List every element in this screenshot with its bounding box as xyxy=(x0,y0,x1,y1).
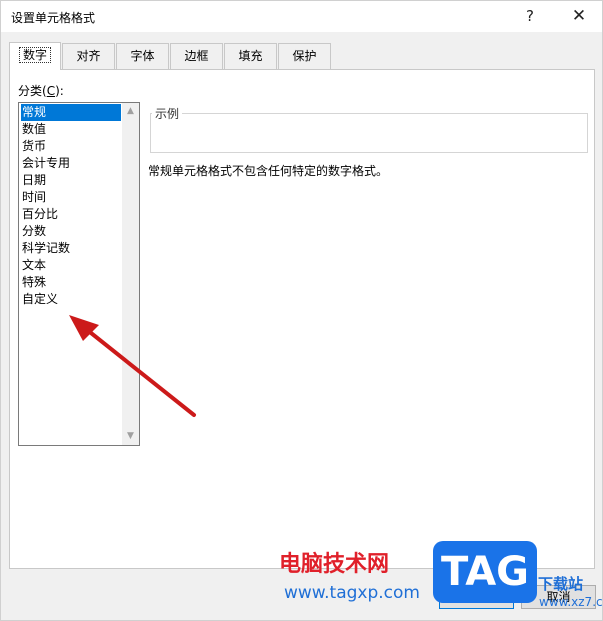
scroll-up-icon[interactable]: ▲ xyxy=(122,103,139,120)
watermark-text: 电脑技术网 xyxy=(279,552,390,577)
list-item-general[interactable]: 常规 xyxy=(21,104,121,121)
list-item-date[interactable]: 日期 xyxy=(21,172,121,189)
format-cells-dialog: 设置单元格格式 ? ✕ 数字 对齐 字体 边框 填充 保护 分类(C): 常规 … xyxy=(0,0,603,621)
watermark-site-url: www.xz7.com xyxy=(539,595,603,609)
list-item-accounting[interactable]: 会计专用 xyxy=(21,155,121,172)
title-bar: 设置单元格格式 ? ✕ xyxy=(1,1,602,32)
tab-border[interactable]: 边框 xyxy=(170,43,223,69)
list-item-time[interactable]: 时间 xyxy=(21,189,121,206)
category-label: 分类(C): xyxy=(18,84,64,98)
tab-fill[interactable]: 填充 xyxy=(224,43,277,69)
tab-number[interactable]: 数字 xyxy=(9,42,61,70)
format-description: 常规单元格格式不包含任何特定的数字格式。 xyxy=(148,164,389,178)
list-item-percentage[interactable]: 百分比 xyxy=(21,206,121,223)
list-item-fraction[interactable]: 分数 xyxy=(21,223,121,240)
tab-font[interactable]: 字体 xyxy=(116,43,169,69)
list-item-text[interactable]: 文本 xyxy=(21,257,121,274)
watermark-url: www.tagxp.com xyxy=(284,583,420,603)
watermark-site: 下载站 xyxy=(538,575,584,593)
watermark-logo: TAG xyxy=(433,541,537,603)
list-item-number[interactable]: 数值 xyxy=(21,121,121,138)
sample-groupbox xyxy=(150,113,588,153)
tab-alignment[interactable]: 对齐 xyxy=(62,43,115,69)
close-button[interactable]: ✕ xyxy=(556,1,602,32)
dialog-title: 设置单元格格式 xyxy=(11,11,96,25)
list-item-custom[interactable]: 自定义 xyxy=(21,291,121,308)
list-item-special[interactable]: 特殊 xyxy=(21,274,121,291)
scroll-down-icon[interactable]: ▼ xyxy=(122,428,139,445)
sample-label: 示例 xyxy=(152,105,183,122)
red-arrow-annotation xyxy=(69,315,196,417)
list-item-currency[interactable]: 货币 xyxy=(21,138,121,155)
help-button[interactable]: ? xyxy=(507,1,553,32)
list-item-scientific[interactable]: 科学记数 xyxy=(21,240,121,257)
tab-protection[interactable]: 保护 xyxy=(278,43,331,69)
